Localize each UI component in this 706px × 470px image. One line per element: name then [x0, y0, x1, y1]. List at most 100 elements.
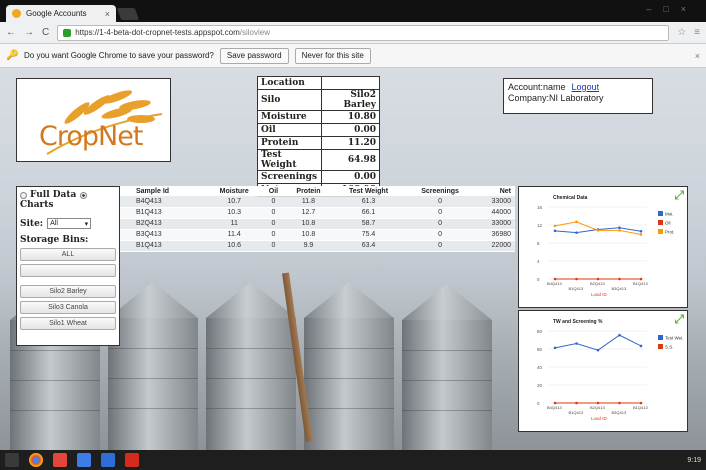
x-tick-label: B1Q413 — [569, 410, 584, 415]
storage-bin-button[interactable]: Silo1 Wheat — [20, 317, 116, 330]
x-tick-label: B4Q413 — [547, 405, 562, 410]
docs-icon[interactable] — [101, 453, 115, 467]
column-header[interactable]: Sample Id — [120, 186, 207, 196]
column-header[interactable]: Moisture — [206, 186, 263, 196]
charts-radio[interactable] — [80, 191, 88, 199]
account-panel: Account:name Logout Company:NI Laboratory — [503, 78, 653, 114]
x-tick-label: B1Q413 — [633, 281, 648, 286]
close-infobar-icon[interactable]: × — [695, 51, 700, 61]
reload-icon[interactable]: C — [42, 27, 49, 38]
dropdown-arrow-icon: ▾ — [84, 220, 89, 228]
storage-bin-button[interactable]: Silo3 Canola — [20, 301, 116, 314]
y-tick-label: 8 — [537, 241, 540, 246]
clock: 9:19 — [687, 456, 701, 464]
url-host: https://1-4-beta-dot-cropnet-tests.appsp… — [75, 28, 240, 37]
new-tab-button[interactable] — [116, 8, 140, 20]
close-tab-icon[interactable]: × — [105, 9, 110, 19]
column-header[interactable]: Oil — [262, 186, 285, 196]
expand-icon[interactable]: ⤢ — [674, 313, 684, 325]
logout-link[interactable]: Logout — [572, 82, 600, 92]
x-tick-label: B4Q413 — [547, 281, 562, 286]
column-header[interactable]: Screenings — [404, 186, 476, 196]
storage-bin-button[interactable]: Silo2 Barley — [20, 285, 116, 298]
gmail-icon[interactable] — [53, 453, 67, 467]
table-cell: 0 — [404, 218, 476, 230]
silo-summary-row: Moisture 10.80 — [257, 110, 380, 124]
silo-summary-row: Protein 11.20 — [257, 136, 380, 150]
table-row[interactable]: B2Q413 11 0 10.8 58.7 0 33000 — [120, 218, 515, 230]
silo-field-label: Silo — [257, 89, 322, 111]
back-arrow-icon[interactable]: ← — [6, 27, 16, 38]
data-point — [553, 346, 557, 350]
data-point — [618, 333, 621, 337]
storage-bin-button[interactable] — [20, 264, 116, 277]
y-tick-label: 0 — [537, 401, 540, 406]
table-row[interactable]: B4Q413 10.7 0 11.8 61.3 0 33000 — [120, 196, 515, 208]
youtube-icon[interactable] — [125, 453, 139, 467]
column-header[interactable]: Net — [475, 186, 515, 196]
table-row[interactable]: B3Q413 11.4 0 10.8 75.4 0 36980 — [120, 229, 515, 241]
data-point — [639, 233, 643, 236]
column-header[interactable]: Test Weight — [332, 186, 405, 196]
silo-field-value — [321, 76, 380, 90]
table-cell: 0 — [404, 196, 476, 208]
never-for-this-site-button[interactable]: Never for this site — [294, 47, 371, 64]
forward-arrow-icon[interactable]: → — [24, 27, 34, 38]
full-data-radio[interactable] — [20, 191, 27, 199]
legend-swatch — [658, 229, 663, 234]
star-icon[interactable]: ☆ — [677, 27, 686, 38]
google-search-icon[interactable] — [77, 453, 91, 467]
table-row[interactable]: B1Q413 10.6 0 9.9 63.4 0 22000 — [120, 240, 515, 252]
silo-field-label: Test Weight — [257, 149, 322, 171]
silo-field-label: Moisture — [257, 110, 322, 124]
address-bar[interactable]: https://1-4-beta-dot-cropnet-tests.appsp… — [57, 24, 670, 41]
tab-title: Google Accounts — [26, 9, 87, 18]
silo-image — [206, 318, 296, 450]
table-cell: 11.4 — [206, 229, 263, 241]
table-cell: 33000 — [475, 218, 515, 230]
charts-label: Charts — [20, 200, 54, 210]
storage-bin-button[interactable]: ALL — [20, 248, 116, 261]
save-password-infobar: 🔑 Do you want Google Chrome to save your… — [0, 44, 706, 68]
legend-label: Oil — [665, 221, 671, 226]
site-select-value: All — [50, 220, 58, 227]
legend-label: Prot. — [665, 230, 675, 235]
chrome-icon[interactable] — [29, 453, 43, 467]
x-tick-label: B1Q413 — [633, 405, 648, 410]
key-icon: 🔑 — [6, 49, 19, 61]
silo-summary-row: Oil 0.00 — [257, 123, 380, 137]
legend-swatch — [658, 220, 663, 225]
table-row[interactable]: B1Q413 10.3 0 12.7 66.1 0 44000 — [120, 207, 515, 219]
column-header[interactable]: Protein — [284, 186, 333, 196]
table-cell: 61.3 — [332, 196, 405, 208]
table-cell: 0 — [262, 229, 285, 241]
silo-field-label: Protein — [257, 136, 322, 150]
silo-field-value: 0.00 — [321, 170, 380, 184]
lock-icon — [63, 28, 72, 37]
logo-text: CropNet — [39, 121, 143, 152]
y-tick-label: 4 — [537, 259, 540, 264]
legend-label: S.S. — [665, 345, 674, 350]
window-controls[interactable]: –□× — [646, 4, 698, 14]
infobar-prompt: Do you want Google Chrome to save your p… — [24, 51, 214, 60]
site-select[interactable]: All ▾ — [47, 218, 92, 229]
save-password-button[interactable]: Save password — [219, 47, 289, 64]
os-taskbar: 9:19 — [0, 450, 706, 470]
tab-strip: Google Accounts × –□× — [0, 0, 706, 22]
data-point — [618, 277, 621, 281]
y-tick-label: 12 — [537, 223, 543, 228]
expand-icon[interactable]: ⤢ — [674, 189, 684, 201]
table-cell: B3Q413 — [120, 229, 207, 241]
y-tick-label: 20 — [537, 383, 543, 388]
company-name: Company:NI Laboratory — [508, 93, 604, 103]
silo-image — [108, 318, 198, 450]
menu-icon[interactable]: ≡ — [694, 27, 700, 38]
data-point — [618, 229, 621, 232]
page-content: CropNet Location Silo Silo2 Barley Moisture… — [0, 68, 706, 450]
samples-table: Sample Id Moisture Oil Protein Test Weight Sc… — [120, 186, 515, 252]
data-point — [639, 230, 643, 233]
browser-tab[interactable]: Google Accounts × — [6, 5, 116, 22]
apps-launcher-icon[interactable] — [5, 453, 19, 467]
y-tick-label: 60 — [537, 347, 543, 352]
data-point — [575, 220, 578, 224]
